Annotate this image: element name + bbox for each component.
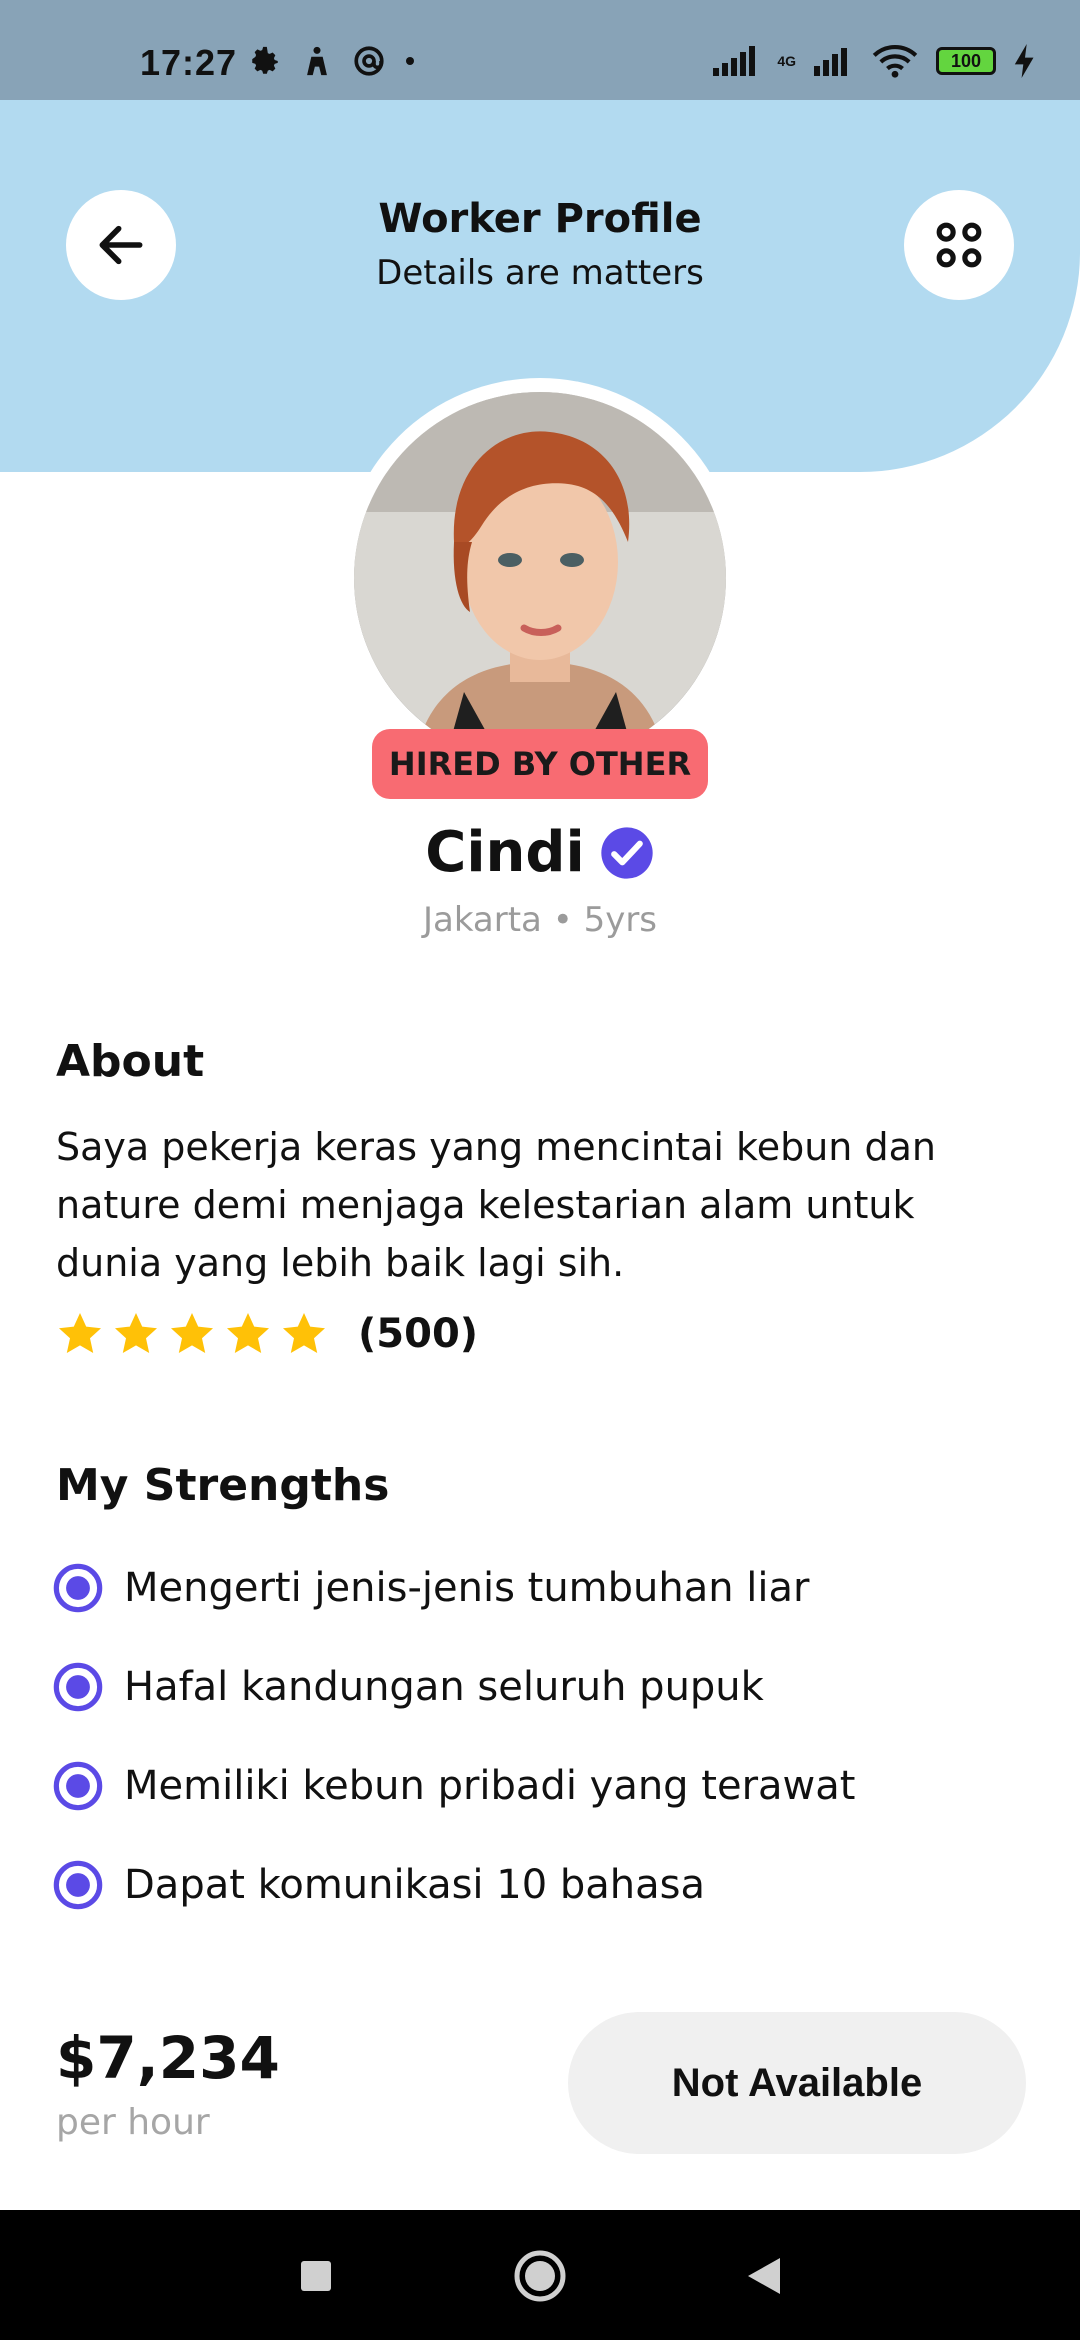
star-icon: [59, 1313, 101, 1353]
at-sign-icon: [354, 46, 384, 76]
status-time: 17:27: [140, 42, 238, 83]
star-icon: [171, 1313, 213, 1353]
recents-button[interactable]: [288, 2248, 344, 2304]
settings-gear-icon: [252, 46, 278, 74]
star-icon: [283, 1313, 325, 1353]
strength-item: Memiliki kebun pribadi yang terawat: [52, 1760, 855, 1812]
signal-4g-icon: [814, 48, 847, 76]
circle-home-icon: [514, 2250, 566, 2302]
radio-selected-icon: [53, 1761, 103, 1811]
battery-indicator: 100: [936, 47, 996, 75]
verified-check-icon: [601, 826, 653, 879]
strengths-heading: My Strengths: [56, 1460, 390, 1511]
strength-item: Mengerti jenis-jenis tumbuhan liar: [52, 1562, 810, 1614]
radio-selected-icon: [53, 1563, 103, 1613]
rating-count: (500): [358, 1311, 479, 1357]
avatar-photo: [354, 392, 726, 764]
radio-selected-icon: [53, 1662, 103, 1712]
worker-name: Cindi: [425, 820, 585, 885]
status-right-icons: 4G 100: [713, 44, 1036, 78]
status-bar: 17:27 4G 100: [0, 0, 1080, 100]
triangle-back-icon: [748, 2258, 780, 2294]
price-unit: per hour: [56, 2102, 210, 2143]
dot-icon: [406, 57, 414, 65]
four-dots-icon: [936, 222, 982, 268]
strength-item: Hafal kandungan seluruh pupuk: [52, 1661, 764, 1713]
star-icon: [115, 1313, 157, 1353]
rating-row: (500): [56, 1310, 478, 1358]
worker-experience: 5yrs: [583, 900, 658, 940]
signal-icon: [713, 46, 756, 76]
wifi-icon: [872, 45, 918, 78]
system-nav-bar: [0, 2210, 1080, 2340]
charging-bolt-icon: [1014, 44, 1034, 78]
status-badge: HIRED BY OTHER: [372, 729, 708, 799]
price: $7,234: [56, 2024, 280, 2092]
worker-location: Jakarta: [422, 900, 542, 940]
network-label: 4G: [777, 53, 796, 69]
strength-label: Hafal kandungan seluruh pupuk: [124, 1664, 764, 1710]
home-button[interactable]: [512, 2248, 568, 2304]
availability-button[interactable]: Not Available: [568, 2012, 1026, 2154]
star-icon: [227, 1313, 269, 1353]
back-nav-button[interactable]: [736, 2248, 792, 2304]
strength-label: Dapat komunikasi 10 bahasa: [124, 1862, 705, 1908]
strength-label: Mengerti jenis-jenis tumbuhan liar: [124, 1565, 810, 1611]
strength-item: Dapat komunikasi 10 bahasa: [52, 1859, 705, 1911]
strength-label: Memiliki kebun pribadi yang terawat: [124, 1763, 856, 1809]
avatar: [354, 392, 726, 764]
name-row: Cindi: [0, 820, 1080, 885]
meta-separator: •: [552, 900, 573, 940]
worker-meta: Jakarta • 5yrs: [0, 900, 1080, 940]
menu-button[interactable]: [904, 190, 1014, 300]
radio-selected-icon: [53, 1860, 103, 1910]
status-left-icons: [248, 44, 416, 78]
about-text: Saya pekerja keras yang mencintai kebun …: [56, 1125, 936, 1285]
square-icon: [301, 2261, 331, 2291]
about-heading: About: [56, 1036, 205, 1087]
figure-icon: [307, 46, 327, 76]
